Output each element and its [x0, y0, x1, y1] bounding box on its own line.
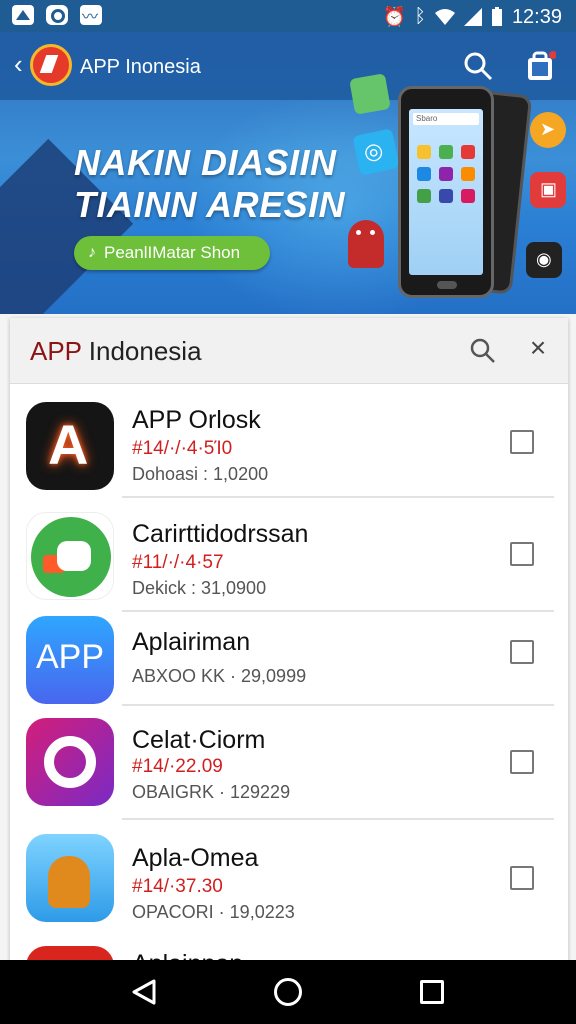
camera-badge-icon [526, 242, 562, 278]
phone-app-icon [461, 167, 475, 181]
banner-cta-button[interactable]: ♪ PeanlIMatar Shon [74, 236, 270, 270]
search-icon[interactable] [468, 336, 496, 364]
music-note-icon: ♪ [88, 244, 96, 261]
phone-home-button [437, 281, 457, 289]
panel-title-accent: APP [30, 336, 82, 366]
app-logo [30, 44, 72, 86]
clock: 12:39 [511, 5, 562, 28]
mail-icon [80, 3, 102, 27]
status-bar: ⏰ ᛒ 12:39 [0, 0, 576, 32]
app-downloads: ABXOO KK · 29,0999 [132, 666, 307, 686]
search-icon[interactable] [462, 50, 494, 82]
panel-title: APP Indonesia [30, 336, 202, 367]
select-checkbox[interactable] [510, 542, 534, 566]
cube-app-icon [352, 128, 400, 176]
phone-app-icon [439, 145, 453, 159]
list-item[interactable]: Carirttidodrssan #11/·/·4·57 Dekick : 31… [10, 498, 568, 612]
signal-icon [463, 8, 482, 26]
app-name: Aplairiman [132, 628, 251, 656]
cta-label: PeanlIMatar Shon [104, 243, 241, 262]
select-checkbox[interactable] [510, 750, 534, 774]
phone-app-icon [439, 189, 453, 203]
list-item[interactable]: APP Orlosk #14/·/·4·5Ί0 Dohoasi : 1,0200 [10, 384, 568, 498]
app-title: APP Inonesia [80, 56, 201, 78]
green-robot-icon [26, 512, 114, 600]
battery-icon [491, 7, 502, 26]
phone-app-icon [417, 145, 431, 159]
android-robot-icon [26, 834, 114, 922]
app-name: Apla-Omea [132, 844, 259, 872]
phone-app-icon [461, 145, 475, 159]
phone-screen: Sbaro [409, 109, 483, 275]
nav-recents-icon[interactable] [420, 980, 444, 1004]
back-arrow-icon[interactable]: ‹ [14, 51, 23, 77]
play-badge-icon [530, 112, 566, 148]
app-name: APP Orlosk [132, 406, 261, 434]
app-name: Carirttidodrssan [132, 520, 309, 548]
app-blue-icon [26, 616, 114, 704]
select-checkbox[interactable] [510, 430, 534, 454]
photo-badge-icon [530, 172, 566, 208]
alarm-icon: ⏰ [382, 7, 407, 28]
app-name: Celat·Ciorm [132, 726, 266, 754]
atom-a-icon [26, 402, 114, 490]
image-icon [12, 5, 34, 25]
app-downloads: OBAIGRK · 129229 [132, 782, 291, 802]
navigation-bar [0, 960, 576, 1024]
list-item[interactable]: Aplairiman ABXOO KK · 29,0999 [10, 612, 568, 706]
headline-line-2: TIAINN ARESIN [74, 184, 346, 225]
close-icon[interactable]: × [524, 334, 552, 362]
select-checkbox[interactable] [510, 866, 534, 890]
app-version: #14/·37.30 [132, 876, 223, 897]
nav-home-icon[interactable] [274, 978, 302, 1006]
gear-purple-icon [26, 718, 114, 806]
phone-app-icon [461, 189, 475, 203]
phone-app-grid [417, 145, 475, 203]
app-downloads: OPACORI · 19,0223 [132, 902, 295, 922]
app-downloads: Dekick : 31,0900 [132, 578, 267, 598]
nav-back-icon[interactable] [130, 978, 158, 1006]
status-notification-icons [12, 3, 102, 27]
ring-icon [46, 5, 68, 25]
wifi-icon [434, 9, 455, 25]
phone-search-bar: Sbaro [413, 113, 479, 125]
app-version: #14/·/·4·5Ί0 [132, 438, 233, 459]
app-version: #11/·/·4·57 [132, 552, 224, 573]
list-item[interactable]: Apla-Omea #14/·37.30 OPACORI · 19,0223 [10, 820, 568, 938]
panel-header: APP Indonesia × [10, 318, 568, 384]
promo-banner[interactable]: ‹ APP Inonesia NAKIN DIASIIN TIAINN ARES… [0, 32, 576, 314]
app-downloads: Dohoasi : 1,0200 [132, 464, 269, 484]
phone-image: Sbaro [398, 86, 494, 298]
phone-app-icon [417, 167, 431, 181]
bag-icon[interactable] [524, 50, 556, 82]
list-item[interactable]: Celat·Ciorm #14/·22.09 OBAIGRK · 129229 [10, 706, 568, 820]
banner-headline: NAKIN DIASIIN TIAINN ARESIN [74, 142, 345, 226]
select-checkbox[interactable] [510, 640, 534, 664]
triangle-app-icon [349, 73, 391, 115]
headline-line-1: NAKIN DIASIIN [74, 142, 337, 183]
panel-title-rest: Indonesia [81, 336, 202, 366]
app-list-panel: APP Indonesia × APP Orlosk #14/·/·4·5Ί0 … [10, 318, 568, 978]
bluetooth-icon: ᛒ [414, 6, 426, 27]
phone-app-icon [417, 189, 431, 203]
phone-app-icon [439, 167, 453, 181]
status-system-icons: ⏰ ᛒ 12:39 [383, 5, 562, 29]
app-version: #14/·22.09 [132, 756, 223, 777]
android-robot-icon [348, 220, 384, 268]
